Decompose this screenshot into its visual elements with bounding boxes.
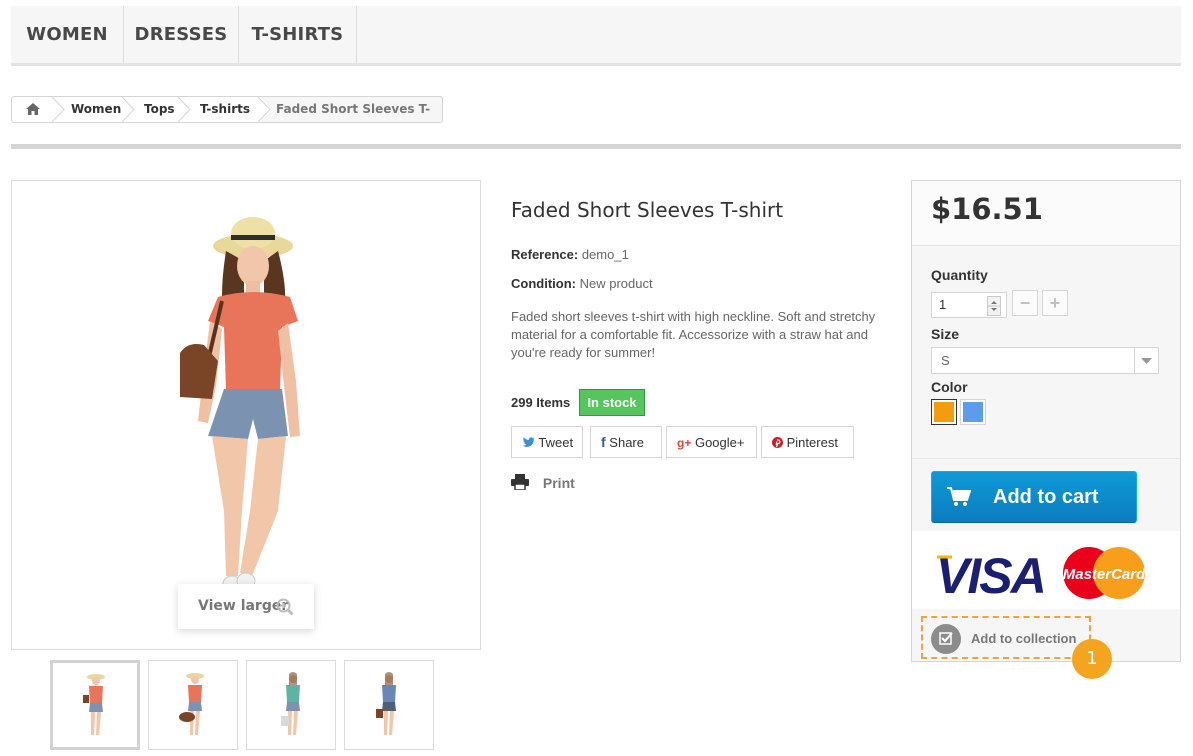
plus-icon: + — [1049, 293, 1061, 313]
model-photo — [180, 217, 300, 593]
tweet-button[interactable]: Tweet — [511, 426, 583, 458]
quantity-input[interactable]: 1 — [931, 292, 1007, 318]
minus-icon: − — [1019, 293, 1031, 313]
pinterest-label: Pinterest — [786, 435, 838, 450]
pinterest-button[interactable]: Pinterest — [761, 426, 854, 458]
share-button[interactable]: f Share — [590, 426, 662, 458]
reference-label: Reference: — [511, 247, 579, 262]
shopping-cart-icon — [947, 487, 971, 506]
breadcrumb-current: Faded Short Sleeves T-shirt — [260, 97, 442, 122]
stock-quantity: 299 Items — [511, 395, 571, 410]
color-swatch-fill — [934, 402, 954, 422]
quantity-increase-button[interactable]: + — [1042, 290, 1068, 316]
breadcrumb-item-tshirts[interactable]: T-shirts — [200, 97, 250, 122]
size-select[interactable]: S — [931, 347, 1159, 374]
thumbnail-3[interactable] — [246, 660, 336, 750]
facebook-icon: f — [601, 434, 606, 450]
thumbnail-photo — [281, 672, 300, 735]
visa-mastercard-logo: VISA MasterCard — [936, 547, 1146, 604]
quantity-decrease-button[interactable]: − — [1012, 290, 1038, 316]
condition-value: New product — [579, 276, 653, 291]
quantity-label: Quantity — [931, 267, 988, 283]
payment-cards: VISA MasterCard — [912, 531, 1180, 609]
breadcrumb-separator — [256, 97, 272, 122]
color-swatch-orange[interactable] — [931, 399, 957, 425]
size-value: S — [941, 353, 950, 368]
quantity-spinner[interactable] — [987, 296, 1001, 316]
condition-label: Condition: — [511, 276, 576, 291]
section-divider — [11, 144, 1181, 149]
add-to-cart-button[interactable]: Add to cart — [931, 471, 1137, 523]
printer-icon — [511, 474, 529, 491]
menu-item-tshirts[interactable]: T-SHIRTS — [239, 6, 357, 63]
color-swatch-blue[interactable] — [960, 399, 986, 425]
spinner-arrows-icon — [988, 301, 1000, 311]
highlight-box — [921, 616, 1091, 659]
quantity-value: 1 — [939, 297, 947, 312]
thumbnail-4[interactable] — [344, 660, 434, 750]
stock-status-badge: In stock — [579, 389, 645, 416]
twitter-icon — [522, 437, 535, 447]
add-to-cart-label: Add to cart — [993, 486, 1099, 508]
reference-value: demo_1 — [581, 247, 629, 262]
view-larger-button[interactable]: View larger — [178, 584, 314, 629]
breadcrumb: Women Tops T-shirts Faded Short Sleeves … — [11, 96, 443, 123]
print-link[interactable]: Print — [511, 474, 575, 491]
color-label: Color — [931, 379, 968, 395]
breadcrumb-separator — [51, 97, 65, 122]
google-plus-label: Google+ — [694, 435, 745, 450]
thumbnail-photo — [376, 672, 396, 735]
top-menu: WOMEN DRESSES T-SHIRTS — [11, 6, 1181, 66]
tweet-label: Tweet — [538, 435, 574, 450]
product-price: $16.51 — [931, 192, 1043, 226]
product-title: Faded Short Sleeves T-shirt — [511, 198, 784, 222]
product-description: Faded short sleeves t-shirt with high ne… — [511, 309, 876, 360]
menu-item-women[interactable]: WOMEN — [11, 6, 124, 63]
chevron-down-icon — [1134, 348, 1158, 373]
svg-text:VISA: VISA — [936, 548, 1045, 604]
share-label: Share — [609, 435, 644, 450]
home-icon — [26, 103, 40, 115]
step-marker: 1 — [1072, 639, 1112, 679]
breadcrumb-item-women[interactable]: Women — [71, 97, 121, 122]
google-plus-icon: g+ — [677, 436, 692, 450]
thumbnail-photo — [83, 674, 105, 735]
view-larger-label: View larger — [198, 598, 289, 614]
thumbnail-photo — [179, 673, 204, 735]
breadcrumb-home[interactable] — [12, 97, 54, 122]
breadcrumb-item-tops[interactable]: Tops — [144, 97, 175, 122]
svg-text:MasterCard: MasterCard — [1063, 566, 1146, 583]
pinterest-icon — [772, 437, 783, 448]
thumbnail-1[interactable] — [50, 660, 140, 750]
zoom-in-icon — [276, 598, 294, 616]
breadcrumb-separator — [177, 97, 191, 122]
size-label: Size — [931, 326, 960, 342]
breadcrumb-separator — [121, 97, 135, 122]
menu-item-dresses[interactable]: DRESSES — [124, 6, 239, 63]
reference-line: Reference: demo_1 — [511, 247, 629, 262]
thumbnail-2[interactable] — [148, 660, 238, 750]
google-plus-button[interactable]: g+ Google+ — [666, 426, 757, 458]
condition-line: Condition: New product — [511, 276, 653, 291]
print-label: Print — [542, 475, 575, 491]
product-image[interactable] — [11, 180, 481, 650]
color-swatch-fill — [963, 402, 983, 422]
